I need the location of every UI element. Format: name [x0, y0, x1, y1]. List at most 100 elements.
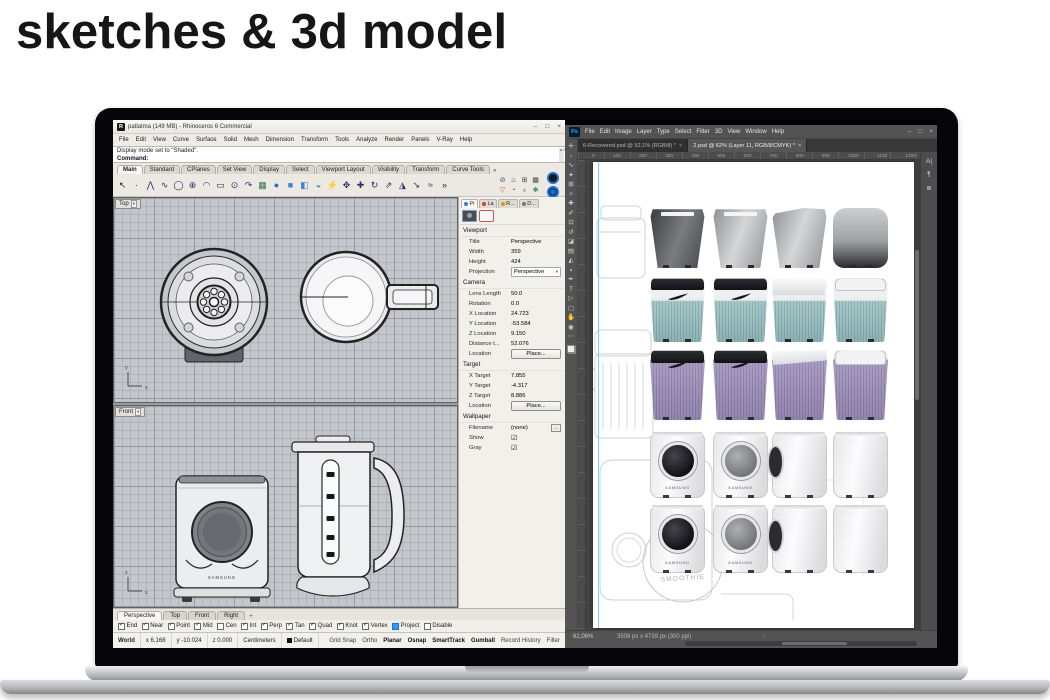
- osnap-toggle[interactable]: Cen: [217, 623, 237, 630]
- side-tool-icon[interactable]: ◔: [511, 187, 515, 194]
- tool-icon[interactable]: ∿: [158, 177, 171, 194]
- foreground-color-swatch[interactable]: [567, 345, 575, 353]
- osnap-toggle[interactable]: Vertex: [362, 623, 388, 630]
- property-value[interactable]: Place...: [511, 401, 561, 411]
- tool-icon[interactable]: ▭: [214, 177, 227, 194]
- menu-item[interactable]: File: [585, 129, 595, 135]
- menu-item[interactable]: Transform: [301, 137, 328, 143]
- side-tool-icon[interactable]: ⊘: [500, 176, 506, 184]
- tool-icon[interactable]: ◒: [312, 177, 325, 194]
- checkbox-icon[interactable]: [309, 623, 316, 630]
- menu-item[interactable]: Edit: [136, 137, 146, 143]
- tool-icon[interactable]: ➘: [410, 177, 423, 194]
- toolbar-tab[interactable]: Transform: [406, 165, 445, 174]
- tool-icon[interactable]: ◧: [298, 177, 311, 194]
- side-tool-icon[interactable]: ❋: [533, 186, 539, 194]
- property-value[interactable]: 0.0: [511, 301, 561, 307]
- property-value[interactable]: -4.317: [511, 383, 561, 389]
- status-toggle[interactable]: Planar: [383, 638, 401, 644]
- toolbar-tab[interactable]: CPlanes: [181, 165, 216, 174]
- viewport-tab[interactable]: Front: [188, 611, 216, 620]
- toolbar-tab[interactable]: Display: [253, 165, 285, 174]
- tool-icon[interactable]: ■: [284, 177, 297, 194]
- horizontal-scrollbar[interactable]: [685, 641, 917, 646]
- tool-icon[interactable]: ▫: [570, 153, 572, 160]
- tool-icon[interactable]: ✛: [568, 143, 573, 150]
- close-icon[interactable]: ×: [679, 143, 682, 149]
- status-toggle[interactable]: Ortho: [362, 638, 377, 644]
- scrollbar-thumb[interactable]: [915, 250, 919, 400]
- window-control-button[interactable]: ×: [929, 128, 933, 135]
- menu-item[interactable]: View: [153, 137, 166, 143]
- menu-item[interactable]: 3D: [715, 129, 723, 135]
- checkbox-icon[interactable]: [217, 623, 224, 630]
- menu-item[interactable]: Analyze: [356, 137, 377, 143]
- toolbar-overflow-chevron[interactable]: »: [493, 167, 497, 174]
- viewport-tab[interactable]: Perspective: [117, 611, 162, 620]
- tool-icon[interactable]: ↺: [568, 229, 573, 236]
- osnap-toggle[interactable]: Tan: [286, 623, 304, 630]
- checkbox-icon[interactable]: [142, 623, 149, 630]
- zoom-level[interactable]: 62,06%: [573, 634, 593, 640]
- menu-item[interactable]: Tools: [335, 137, 349, 143]
- toolbar-tab[interactable]: Viewport Layout: [316, 165, 371, 174]
- tool-icon[interactable]: ◉: [568, 324, 574, 331]
- tool-icon[interactable]: ∙: [130, 177, 143, 194]
- side-tool-icon[interactable]: ♁: [522, 187, 527, 194]
- panel-dock-icon[interactable]: ≣: [926, 184, 931, 192]
- tool-icon[interactable]: ✚: [568, 200, 573, 207]
- menu-item[interactable]: Layer: [637, 129, 652, 135]
- side-tool-icon[interactable]: ▽: [500, 186, 505, 194]
- rhino-command-area[interactable]: Display mode set to "Shaded". Command: ▲…: [113, 146, 565, 163]
- tool-icon[interactable]: ↻: [368, 177, 381, 194]
- osnap-toggle[interactable]: End: [118, 623, 137, 630]
- close-icon[interactable]: ×: [798, 143, 801, 149]
- chevron-down-icon[interactable]: ▾: [131, 200, 137, 208]
- camera-icon[interactable]: [462, 210, 477, 222]
- panel-tab[interactable]: R...: [498, 199, 518, 208]
- tool-icon[interactable]: ✒: [568, 276, 573, 283]
- menu-item[interactable]: Edit: [600, 129, 610, 135]
- checkbox-icon[interactable]: [286, 623, 293, 630]
- tool-icon[interactable]: ⋀: [144, 177, 157, 194]
- tool-icon[interactable]: ✋: [567, 314, 575, 321]
- menu-item[interactable]: Panels: [411, 137, 429, 143]
- property-value[interactable]: 50.0: [511, 291, 561, 297]
- window-control-button[interactable]: ×: [557, 123, 561, 130]
- checkbox-icon[interactable]: [261, 623, 268, 630]
- side-tool-icon[interactable]: ▦: [532, 176, 539, 184]
- tool-icon[interactable]: ◪: [568, 238, 574, 245]
- menu-item[interactable]: Image: [615, 129, 632, 135]
- toolbar-tab[interactable]: Standard: [144, 165, 180, 174]
- window-control-button[interactable]: □: [918, 128, 922, 135]
- property-value[interactable]: ☑: [511, 444, 561, 452]
- toolbar-tab[interactable]: Curve Tools: [446, 165, 490, 174]
- tool-icon[interactable]: ◠: [200, 177, 213, 194]
- panel-tab[interactable]: La: [479, 199, 497, 208]
- checkbox-icon[interactable]: [424, 623, 431, 630]
- tool-icon[interactable]: ↷: [242, 177, 255, 194]
- menu-item[interactable]: Help: [772, 129, 784, 135]
- menu-item[interactable]: V-Ray: [437, 137, 453, 143]
- window-control-button[interactable]: –: [534, 123, 538, 130]
- checkbox-icon[interactable]: [362, 623, 369, 630]
- tool-icon[interactable]: ∿: [568, 162, 573, 169]
- tool-icon[interactable]: ▷: [569, 295, 574, 302]
- menu-item[interactable]: Dimension: [266, 137, 294, 143]
- osnap-toggle[interactable]: Quad: [309, 623, 332, 630]
- menu-item[interactable]: Type: [657, 129, 670, 135]
- tool-icon[interactable]: ⊕: [186, 177, 199, 194]
- panel-tab[interactable]: Pr: [461, 199, 478, 208]
- osnap-toggle[interactable]: Project: [392, 623, 419, 630]
- property-value[interactable]: 359: [511, 249, 561, 255]
- document-tab[interactable]: 6-Recovered.psd @ 52,1% (RGB/8) * ×: [578, 139, 688, 152]
- osnap-toggle[interactable]: Mid: [194, 623, 212, 630]
- status-toggle[interactable]: Gumball: [471, 638, 495, 644]
- tool-icon[interactable]: ◭: [569, 257, 574, 264]
- panel-dock-icon[interactable]: ¶: [927, 171, 931, 178]
- material-icon[interactable]: [479, 210, 494, 222]
- tool-icon[interactable]: ⊞: [568, 181, 573, 188]
- menu-item[interactable]: Window: [745, 129, 766, 135]
- property-value[interactable]: 24.723: [511, 311, 561, 317]
- menu-item[interactable]: Surface: [196, 137, 217, 143]
